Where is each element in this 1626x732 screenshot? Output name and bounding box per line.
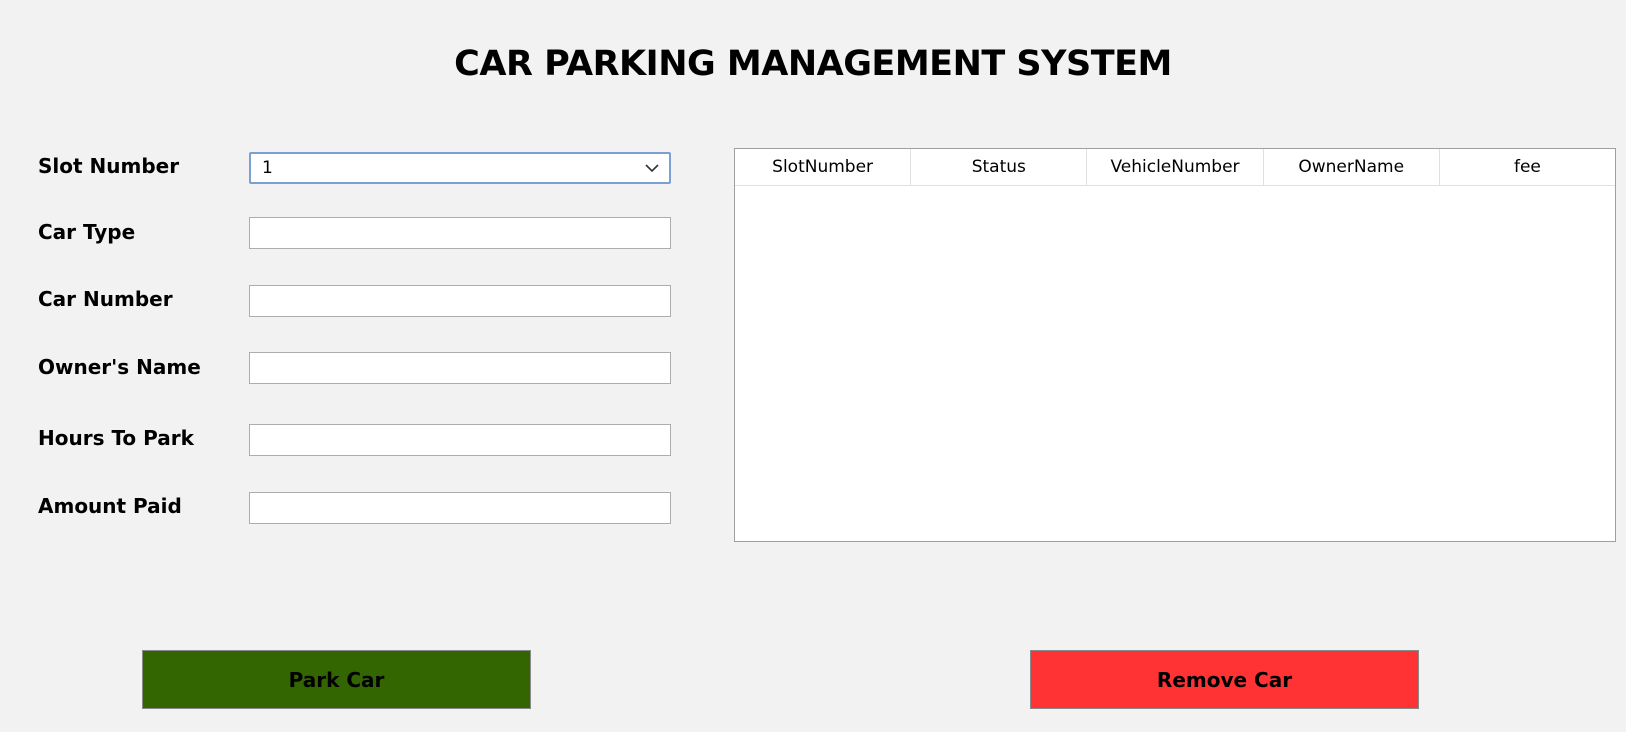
amount-paid-input[interactable] xyxy=(249,492,671,524)
park-car-button[interactable]: Park Car xyxy=(142,650,531,709)
car-number-input[interactable] xyxy=(249,285,671,317)
page-title: CAR PARKING MANAGEMENT SYSTEM xyxy=(454,44,1172,84)
amount-paid-label: Amount Paid xyxy=(38,494,182,518)
remove-car-button[interactable]: Remove Car xyxy=(1030,650,1419,709)
chevron-down-icon[interactable] xyxy=(639,155,665,181)
column-header-vehicle-number[interactable]: VehicleNumber xyxy=(1087,149,1264,185)
car-type-input[interactable] xyxy=(249,217,671,249)
hours-to-park-label: Hours To Park xyxy=(38,426,194,450)
owner-name-input[interactable] xyxy=(249,352,671,384)
column-header-status[interactable]: Status xyxy=(911,149,1088,185)
slot-number-select[interactable]: 1 xyxy=(249,152,671,184)
owner-name-label: Owner's Name xyxy=(38,355,201,379)
parking-data-grid[interactable]: SlotNumber Status VehicleNumber OwnerNam… xyxy=(734,148,1616,542)
slot-number-label: Slot Number xyxy=(38,154,180,178)
column-header-slot-number[interactable]: SlotNumber xyxy=(735,149,912,185)
slot-number-selected-value: 1 xyxy=(262,158,273,178)
column-header-owner-name[interactable]: OwnerName xyxy=(1264,149,1440,185)
car-type-label: Car Type xyxy=(38,220,136,244)
grid-header-row: SlotNumber Status VehicleNumber OwnerNam… xyxy=(735,149,1615,186)
car-number-label: Car Number xyxy=(38,287,173,311)
column-header-fee[interactable]: fee xyxy=(1440,149,1615,185)
hours-to-park-input[interactable] xyxy=(249,424,671,456)
